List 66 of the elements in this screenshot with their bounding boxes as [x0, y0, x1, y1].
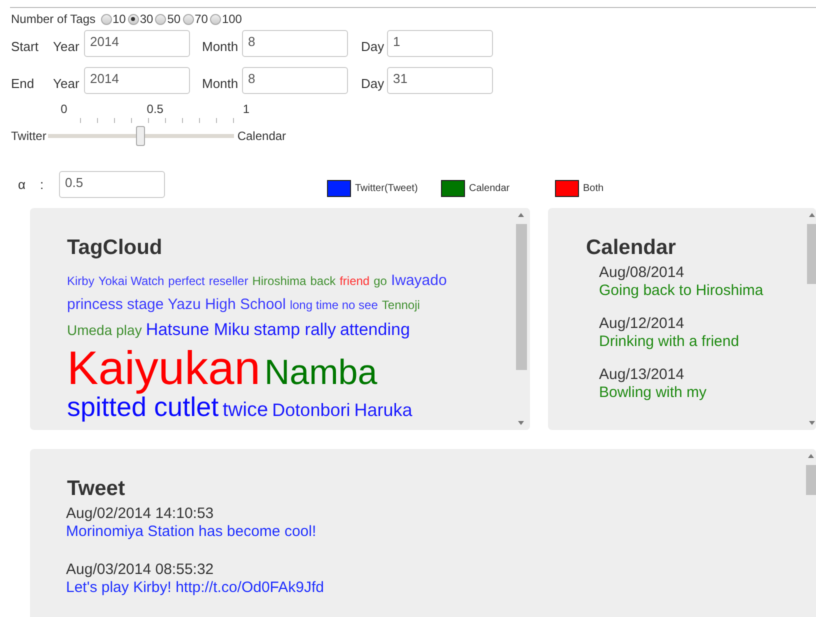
legend-label: Calendar — [469, 182, 510, 194]
panel-title: Calendar — [586, 236, 676, 260]
tag-word[interactable]: Namba — [264, 355, 378, 390]
entry-date: Aug/13/2014 — [599, 366, 686, 384]
field-label: Month — [202, 38, 240, 54]
entry-text: Let's play Kirby! http://t.co/Od0FAk9Jfd — [66, 579, 325, 597]
field-label: Number of Tags — [11, 12, 96, 26]
tick-label: 1 — [242, 102, 250, 116]
row-label: Start — [11, 38, 40, 54]
input-field[interactable]: 8 — [242, 66, 348, 94]
tag-word[interactable]: long time no see — [290, 296, 378, 317]
field-label: Month — [202, 74, 240, 90]
tag-word[interactable]: Dotonbori — [272, 398, 350, 425]
input-field[interactable]: 0.5 — [59, 170, 165, 198]
field-label: Year — [53, 38, 80, 54]
legend-label: Both — [583, 182, 604, 194]
tick-label: 0 — [60, 102, 68, 116]
slider-label: Calendar — [237, 129, 286, 143]
tag-word[interactable]: Tennoji — [382, 296, 420, 317]
radio-label: 70 — [194, 12, 208, 26]
slider-label: Twitter — [11, 129, 46, 143]
tag-word[interactable]: perfect — [168, 272, 205, 293]
entry-text: Going back to Hiroshima — [599, 282, 764, 300]
tag-word[interactable]: Hiroshima — [252, 272, 306, 293]
tag-word[interactable]: friend — [340, 272, 370, 293]
separator: : — [40, 176, 45, 192]
input-field[interactable]: 1 — [387, 30, 493, 56]
entry-date: Aug/02/2014 14:10:53 — [66, 505, 215, 523]
row-label: End — [11, 74, 36, 90]
tag-word[interactable]: Umeda — [67, 320, 112, 343]
tag-word[interactable]: Yazu High School — [168, 294, 286, 318]
alpha-label: α — [18, 176, 27, 192]
input-field[interactable]: 2014 — [84, 30, 190, 56]
field-label: Year — [53, 74, 80, 90]
field-label: Day — [361, 74, 386, 90]
radio-label: 30 — [140, 12, 154, 26]
input-field[interactable]: 8 — [242, 30, 348, 56]
tag-word[interactable]: Yokai Watch — [98, 272, 164, 293]
tag-word[interactable]: attending — [340, 318, 410, 344]
panel-title: TagCloud — [67, 236, 162, 260]
legend-label: Twitter(Tweet) — [355, 182, 418, 194]
radio-label: 50 — [167, 12, 181, 26]
tick-label: 0.5 — [146, 102, 164, 116]
tag-word[interactable]: Kirby — [67, 272, 94, 293]
entry-text: Morinomiya Station has become cool! — [66, 523, 318, 541]
input-field[interactable]: 2014 — [84, 66, 190, 94]
tag-word[interactable]: go — [374, 272, 387, 293]
entry-text: Drinking with a friend — [599, 333, 740, 351]
tag-word[interactable]: princess stage — [67, 294, 164, 318]
tag-word[interactable]: twice — [222, 397, 268, 426]
tag-word[interactable]: Iwayado — [390, 270, 447, 294]
tag-word[interactable]: Hatsune Miku — [146, 318, 250, 344]
entry-date: Aug/12/2014 — [599, 315, 686, 333]
panel-title: Tweet — [67, 477, 125, 501]
radio-label: 100 — [222, 12, 242, 26]
radio-label: 10 — [112, 12, 126, 26]
entry-date: Aug/03/2014 08:55:32 — [66, 561, 215, 579]
tag-word[interactable]: stamp rally — [254, 318, 336, 344]
field-label: Day — [361, 38, 386, 54]
input-field[interactable]: 31 — [387, 66, 493, 94]
entry-text: Bowling with my — [599, 384, 708, 402]
tag-word[interactable]: reseller — [208, 272, 248, 293]
entry-date: Aug/08/2014 — [599, 264, 686, 282]
tag-word[interactable]: play — [116, 320, 142, 343]
tag-word[interactable]: back — [310, 272, 336, 293]
tag-word[interactable]: Haruka — [354, 398, 412, 425]
